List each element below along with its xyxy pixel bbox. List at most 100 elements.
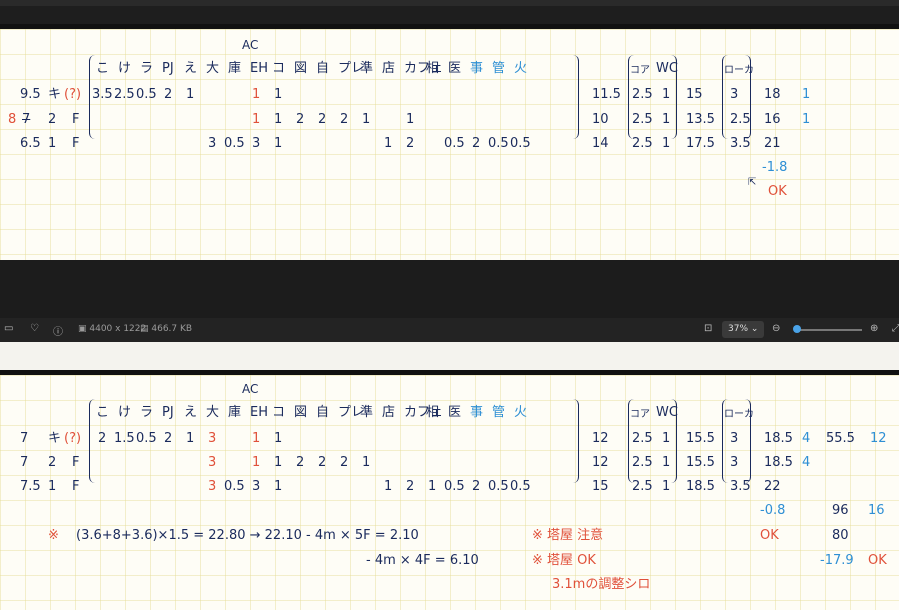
column-header: 大 [206, 61, 220, 76]
column-header: 図 [294, 405, 308, 420]
cell-value: 2 [296, 112, 305, 127]
column-header: ラ [140, 405, 154, 420]
cell-value: 3 [252, 479, 261, 494]
result-value: 22 [764, 479, 781, 494]
floor-height: 7 [20, 455, 29, 470]
zoom-dropdown[interactable]: 37% ⌄ [722, 321, 764, 338]
next-ok: OK [868, 553, 887, 568]
zoom-value: 37% [728, 324, 749, 334]
cell-value: 0.5 [444, 136, 465, 151]
local-value: 2.5 [730, 112, 751, 127]
cell-value: 1 [362, 455, 371, 470]
bottom-note-panel: AC こけラ PJ え大庫 EH コ図自プレ準店カフェ相医事管火コア WC ローカ 7 キ (?) 2… [0, 370, 899, 610]
column-header: 管 [492, 61, 506, 76]
chevron-down-icon: ⌄ [750, 324, 759, 334]
info-icon[interactable]: ⓘ [53, 323, 63, 338]
cell-value: 2 [318, 112, 327, 127]
row-sum: 15 [592, 479, 609, 494]
core-value: 2.5 [632, 479, 653, 494]
row-sum: 14 [592, 136, 609, 151]
column-header: 自 [316, 405, 330, 420]
column-header: 庫 [228, 61, 242, 76]
cell-value: 1 [274, 136, 283, 151]
local-value: 3 [730, 87, 739, 102]
cell-value: 1 [362, 112, 371, 127]
warning-1: ※ 塔屋 注意 [532, 528, 604, 543]
cell-value: 1 [384, 479, 393, 494]
column-header: 大 [206, 405, 220, 420]
column-header: 火 [514, 61, 528, 76]
fullscreen-icon[interactable]: ⤢ [892, 323, 899, 334]
floor-name: 2 [48, 112, 57, 127]
sum-total: 96 [832, 503, 849, 518]
floor-type: F [72, 112, 80, 127]
heart-icon[interactable]: ♡ [30, 323, 39, 334]
total-value: 13.5 [686, 112, 715, 127]
top-note-panel: AC こけラ PJ え大庫 EH コ図自プレ準店カフェ相医事管火コア WC ローカ 9.5 キ (?… [0, 24, 899, 265]
zoom-out-icon[interactable]: ⊖ [772, 323, 780, 334]
cell-value: 2 [164, 431, 173, 446]
mouse-cursor-icon: ⇱ [748, 177, 757, 188]
count-total: 16 [868, 503, 885, 518]
column-header: け [118, 61, 132, 76]
left-brace [89, 399, 96, 483]
file-size-text: 466.7 KB [151, 324, 193, 334]
next-diff: -17.9 [820, 553, 854, 568]
note-mark: ※ [48, 528, 59, 543]
column-header: 相 [426, 61, 440, 76]
column-header: 図 [294, 61, 308, 76]
floor-height: 6.5 [20, 136, 41, 151]
floor-name: 1 [48, 479, 57, 494]
header-core: コア [630, 65, 650, 76]
wc-value: 1 [662, 136, 671, 151]
cell-value: 3 [208, 455, 217, 470]
cell-value: 3 [208, 136, 217, 151]
zoom-in-icon[interactable]: ⊕ [870, 323, 878, 334]
floor-label-corrected: 8 [8, 112, 17, 127]
floor-name: 2 [48, 455, 57, 470]
ok-label: OK [768, 184, 787, 199]
column-header: コ [272, 61, 286, 76]
floor-type: F [72, 455, 80, 470]
cell-value: 2 [472, 479, 481, 494]
zoom-slider-handle[interactable] [793, 325, 801, 333]
column-header: 事 [470, 405, 484, 420]
file-size: ▤ 466.7 KB [140, 324, 193, 334]
cell-value: 1 [428, 479, 437, 494]
cell-value: 0.5 [510, 479, 531, 494]
total-value: 17.5 [686, 136, 715, 151]
cell-value: 2 [340, 455, 349, 470]
core-value: 2.5 [632, 136, 653, 151]
header-local: ローカ [724, 409, 754, 420]
column-header: EH [250, 61, 268, 76]
zoom-slider-track[interactable] [794, 329, 862, 331]
monitor-icon[interactable]: ▭ [4, 323, 13, 334]
local-value: 3 [730, 431, 739, 446]
floor-name: キ [48, 431, 62, 446]
formula-line-1: (3.6+8+3.6)×1.5 = 22.80 → 22.10 - 4m × 5… [76, 528, 419, 543]
wc-value: 1 [662, 87, 671, 102]
row-sum: 10 [592, 112, 609, 127]
row-sum: 11.5 [592, 87, 621, 102]
warning-2: ※ 塔屋 OK [532, 553, 596, 568]
cell-value: 1 [252, 455, 261, 470]
adjustment-note: 3.1mの調整シロ [552, 577, 651, 592]
fit-screen-icon[interactable]: ⊡ [704, 323, 712, 334]
floor-height: 7 [22, 112, 31, 127]
cell-value: 0.5 [136, 87, 157, 102]
cell-value: 1 [384, 136, 393, 151]
viewer-background [0, 260, 899, 318]
column-header: え [184, 61, 198, 76]
cell-value: 0.5 [224, 479, 245, 494]
result-col3: 55.5 [826, 431, 855, 446]
column-header: え [184, 405, 198, 420]
column-header: コ [272, 405, 286, 420]
cell-value: 0.5 [488, 479, 509, 494]
total-value: 18.5 [686, 479, 715, 494]
total-value: 15.5 [686, 431, 715, 446]
core-value: 2.5 [632, 431, 653, 446]
result-value: 21 [764, 136, 781, 151]
next-value: 80 [832, 528, 849, 543]
floor-type: F [72, 479, 80, 494]
cell-value: 2 [318, 455, 327, 470]
